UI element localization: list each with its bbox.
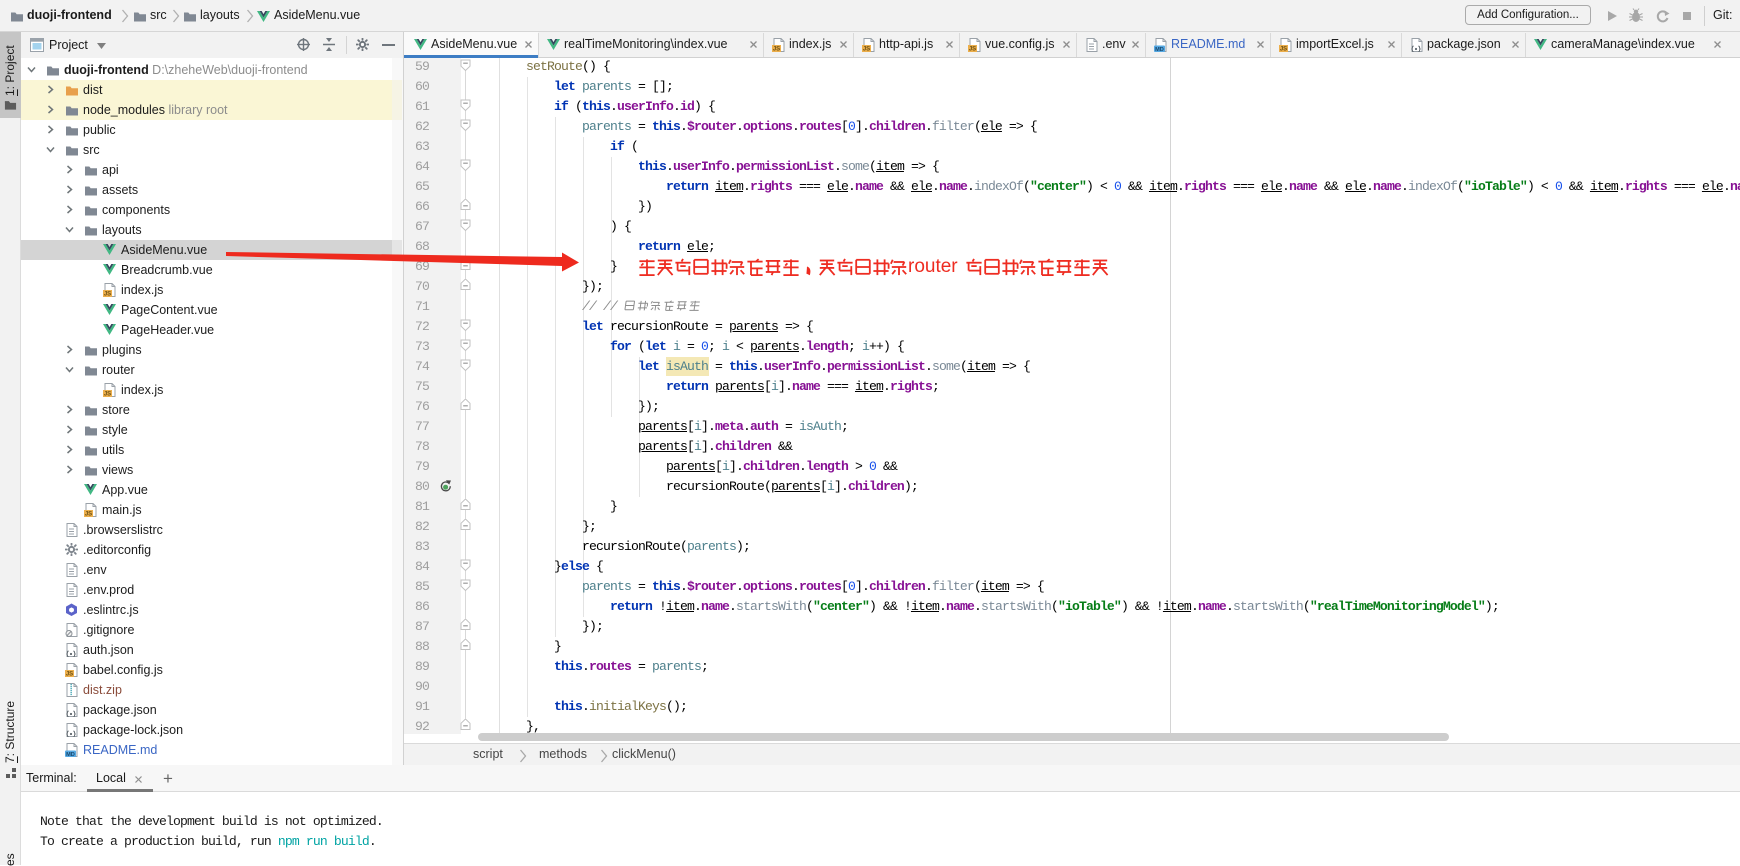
svg-text:MD: MD	[66, 752, 75, 757]
svg-text:JS: JS	[863, 47, 870, 52]
svg-text:JS: JS	[104, 292, 111, 297]
svg-text:MD: MD	[1155, 47, 1164, 52]
svg-text:JS: JS	[1280, 47, 1287, 52]
svg-text:JS: JS	[85, 512, 92, 517]
svg-text:JS: JS	[969, 47, 976, 52]
svg-text:JS: JS	[773, 47, 780, 52]
svg-text:JS: JS	[104, 392, 111, 397]
svg-text:JS: JS	[66, 672, 73, 677]
